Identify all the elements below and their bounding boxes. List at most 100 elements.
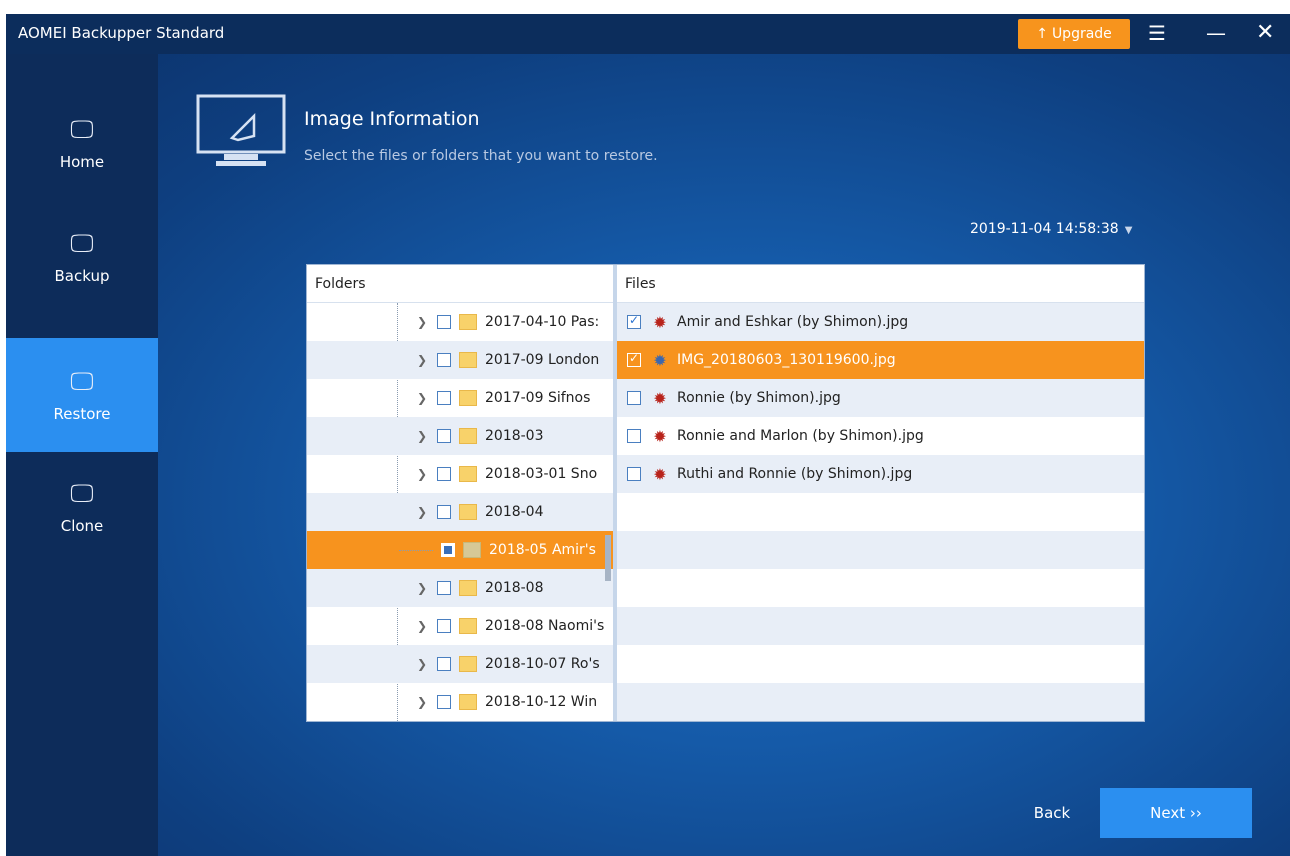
- folder-name: 2018-03: [485, 428, 544, 444]
- file-name: Ronnie and Marlon (by Shimon).jpg: [677, 428, 924, 444]
- title-bar: AOMEI Backupper Standard ↑ Upgrade ☰ — ✕: [6, 14, 1290, 54]
- folder-name: 2018-10-12 Win: [485, 694, 598, 710]
- chevron-right-icon[interactable]: ❯: [417, 505, 431, 519]
- file-checkbox[interactable]: [627, 391, 641, 405]
- folders-header: Folders: [307, 265, 615, 303]
- folder-row[interactable]: ❯ 2018-10-07 Ro's: [307, 645, 615, 683]
- file-list: ✹ Amir and Eshkar (by Shimon).jpg ✹ IMG_201…: [617, 303, 1144, 721]
- folder-list: ❯ 2017-04-10 Pas: ❯ 2017-09 London ❯ 2017-09 …: [307, 303, 615, 721]
- empty-row: [617, 531, 1144, 569]
- file-row[interactable]: ✹ Amir and Eshkar (by Shimon).jpg: [617, 303, 1144, 341]
- folder-icon: [459, 580, 477, 596]
- folder-name: 2018-08 Naomi's: [485, 618, 605, 634]
- restore-monitor-icon: [196, 94, 286, 166]
- folder-icon: [463, 542, 481, 558]
- folder-row[interactable]: ❯ 2018-03: [307, 417, 615, 455]
- empty-row: [617, 607, 1144, 645]
- folder-checkbox[interactable]: [437, 505, 451, 519]
- folder-row[interactable]: ❯ 2017-04-10 Pas:: [307, 303, 615, 341]
- folder-icon: [459, 314, 477, 330]
- folder-row[interactable]: ❯ 2018-08 Naomi's: [307, 607, 615, 645]
- upgrade-button[interactable]: ↑ Upgrade: [1018, 19, 1130, 49]
- file-row[interactable]: ✹ IMG_20180603_130119600.jpg: [617, 341, 1144, 379]
- folder-row[interactable]: ❯ 2018-10-12 Win: [307, 683, 615, 721]
- folder-name: 2017-09 London: [485, 352, 600, 368]
- app-title: AOMEI Backupper Standard: [18, 24, 225, 42]
- folder-row[interactable]: 2018-05 Amir's: [307, 531, 615, 569]
- folder-name: 2018-08: [485, 580, 544, 596]
- folder-row[interactable]: ❯ 2017-09 Sifnos: [307, 379, 615, 417]
- file-browser: Folders ❯ 2017-04-10 Pas: ❯ 2017-09 London ❯…: [306, 264, 1145, 722]
- close-icon[interactable]: ✕: [1256, 22, 1274, 44]
- file-name: IMG_20180603_130119600.jpg: [677, 352, 896, 368]
- folder-icon: [459, 618, 477, 634]
- file-row[interactable]: ✹ Ronnie (by Shimon).jpg: [617, 379, 1144, 417]
- folder-row[interactable]: ❯ 2018-08: [307, 569, 615, 607]
- tree-connector: [399, 550, 433, 551]
- chevron-right-icon[interactable]: ❯: [417, 467, 431, 481]
- folder-icon: [459, 504, 477, 520]
- chevron-right-icon[interactable]: ❯: [417, 429, 431, 443]
- files-pane: Files ✹ Amir and Eshkar (by Shimon).jpg ✹ I…: [617, 265, 1144, 721]
- empty-row: [617, 569, 1144, 607]
- folder-checkbox[interactable]: [437, 619, 451, 633]
- next-button[interactable]: Next ››: [1100, 788, 1252, 838]
- sidebar-item-label: Clone: [60, 517, 104, 535]
- folders-pane: Folders ❯ 2017-04-10 Pas: ❯ 2017-09 London ❯…: [307, 265, 615, 721]
- folder-checkbox[interactable]: [437, 353, 451, 367]
- clone-monitor-icon: 🖵: [70, 479, 94, 507]
- folder-checkbox[interactable]: [437, 695, 451, 709]
- empty-row: [617, 645, 1144, 683]
- folder-name: 2018-03-01 Sno: [485, 466, 598, 482]
- minimize-icon[interactable]: —: [1206, 22, 1226, 44]
- folder-row[interactable]: ❯ 2018-03-01 Sno: [307, 455, 615, 493]
- folder-icon: [459, 390, 477, 406]
- file-checkbox[interactable]: [627, 351, 641, 367]
- chevron-right-icon[interactable]: ❯: [417, 581, 431, 595]
- restore-monitor-icon: 🖵: [70, 367, 94, 395]
- file-row[interactable]: ✹ Ruthi and Ronnie (by Shimon).jpg: [617, 455, 1144, 493]
- image-file-icon: ✹: [653, 350, 667, 370]
- folder-checkbox[interactable]: [437, 429, 451, 443]
- folder-checkbox[interactable]: [437, 467, 451, 481]
- folder-checkbox[interactable]: [437, 391, 451, 405]
- sidebar-item-label: Home: [59, 153, 105, 171]
- folder-scrollbar[interactable]: [605, 535, 611, 581]
- backup-point-selector[interactable]: 2019-11-04 14:58:38 ▼: [970, 221, 1132, 237]
- image-file-icon: ✹: [653, 388, 667, 408]
- empty-row: [617, 493, 1144, 531]
- chevron-right-icon[interactable]: ❯: [417, 657, 431, 671]
- file-checkbox[interactable]: [627, 467, 641, 481]
- file-row[interactable]: ✹ Ronnie and Marlon (by Shimon).jpg: [617, 417, 1144, 455]
- back-button[interactable]: Back: [1016, 788, 1088, 838]
- chevron-right-icon[interactable]: ❯: [417, 391, 431, 405]
- files-header: Files: [617, 265, 1144, 303]
- file-checkbox[interactable]: [627, 429, 641, 443]
- sidebar: 🖵 Home 🖵 Backup 🖵 Restore 🖵 Clone: [6, 54, 158, 856]
- folder-checkbox[interactable]: [437, 657, 451, 671]
- folder-checkbox[interactable]: [437, 581, 451, 595]
- sidebar-item-restore[interactable]: 🖵 Restore: [6, 338, 158, 452]
- upload-arrow-icon: ↑: [1036, 26, 1048, 42]
- chevron-right-icon[interactable]: ❯: [417, 353, 431, 367]
- chevron-right-icon[interactable]: ❯: [417, 619, 431, 633]
- folder-row[interactable]: ❯ 2018-04: [307, 493, 615, 531]
- page-title: Image Information: [304, 108, 480, 130]
- folder-icon: [459, 694, 477, 710]
- folder-row[interactable]: ❯ 2017-09 London: [307, 341, 615, 379]
- chevron-right-icon[interactable]: ❯: [417, 315, 431, 329]
- folder-checkbox[interactable]: [437, 315, 451, 329]
- empty-row: [617, 683, 1144, 721]
- folder-icon: [459, 656, 477, 672]
- file-checkbox[interactable]: [627, 313, 641, 329]
- file-name: Amir and Eshkar (by Shimon).jpg: [677, 314, 909, 330]
- menu-icon[interactable]: ☰: [1148, 22, 1166, 44]
- sidebar-item-clone[interactable]: 🖵 Clone: [6, 450, 158, 564]
- sidebar-item-backup[interactable]: 🖵 Backup: [6, 200, 158, 314]
- folder-checkbox[interactable]: [441, 543, 455, 557]
- sidebar-item-label: Backup: [54, 267, 110, 285]
- chevron-right-icon[interactable]: ❯: [417, 695, 431, 709]
- sidebar-item-home[interactable]: 🖵 Home: [6, 86, 158, 200]
- page-subtitle: Select the files or folders that you wan…: [304, 148, 658, 164]
- app-window: AOMEI Backupper Standard ↑ Upgrade ☰ — ✕…: [6, 14, 1290, 856]
